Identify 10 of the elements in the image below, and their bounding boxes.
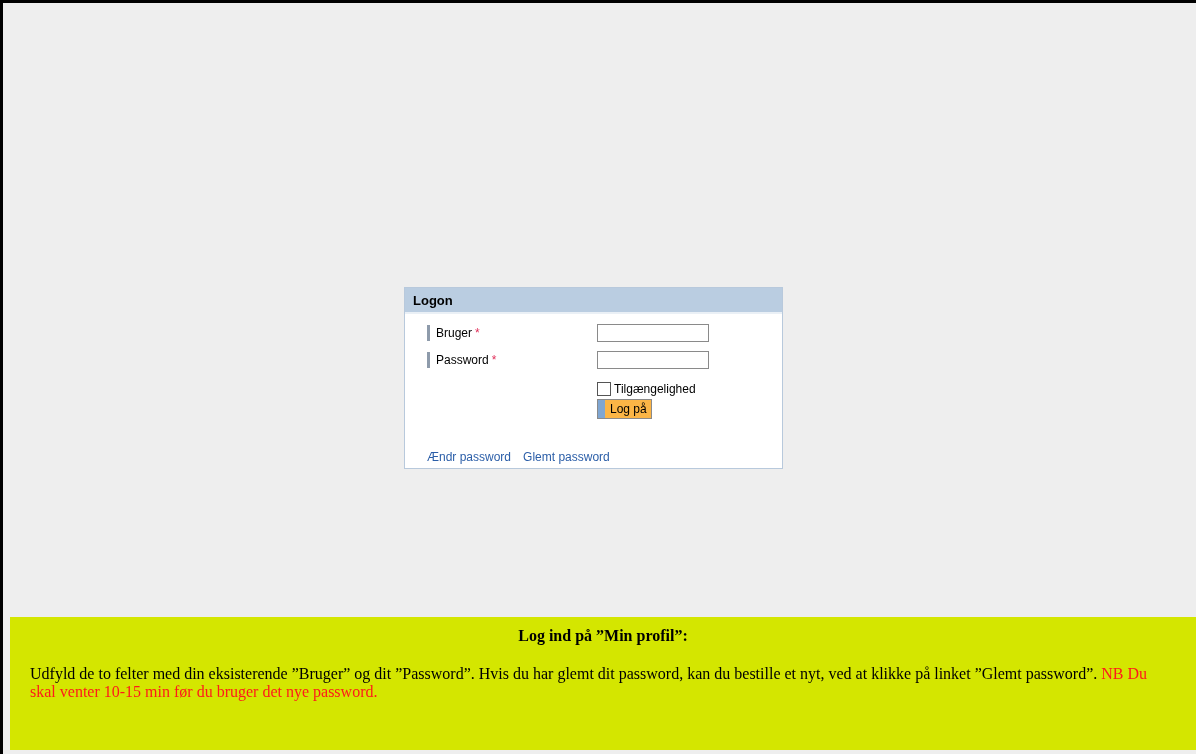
login-button[interactable]: Log på xyxy=(597,399,652,419)
link[interactable]: Glemt password xyxy=(523,450,610,464)
info-heading: Log ind på ”Min profil”: xyxy=(517,627,689,645)
checkbox[interactable] xyxy=(597,382,611,396)
input-field[interactable] xyxy=(597,324,709,342)
info-paragraph: Udfyld de to felter med din eksisterende ”Bruger” og dit ”Password”. Hvis du har glemt dit password, kan du bestille et nyt, ved at klikke på linket ”Glemt password”. NB Du skal venter 10-15 min før du bruger det nye password. xyxy=(30,665,1149,701)
panel-title: Logon xyxy=(405,288,782,314)
link[interactable]: Ændr password xyxy=(427,450,512,464)
input-field[interactable] xyxy=(597,351,709,369)
checkbox-label: Tilgængelighed xyxy=(614,382,696,396)
